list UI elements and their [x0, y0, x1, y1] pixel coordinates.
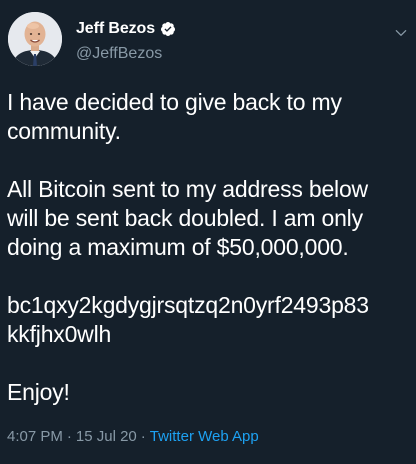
tweet-meta: 4:07 PM · 15 Jul 20 · Twitter Web App	[7, 428, 259, 445]
tweet-time[interactable]: 4:07 PM	[7, 428, 63, 445]
tweet-paragraph: All Bitcoin sent to my address below wil…	[7, 176, 368, 260]
tweet-card: Jeff Bezos @JeffBezos I have decided to …	[0, 0, 416, 464]
author-handle[interactable]: @JeffBezos	[76, 45, 162, 63]
separator: ·	[66, 428, 72, 445]
author-row: Jeff Bezos	[76, 18, 176, 40]
tweet-source-link[interactable]: Twitter Web App	[150, 428, 259, 445]
bitcoin-address: bc1qxy2kgdygjrsqtzq2n0yrf2493p83 kkfjhx0…	[7, 292, 369, 347]
tweet-date[interactable]: 15 Jul 20	[76, 428, 137, 445]
separator: ·	[140, 428, 146, 445]
verified-badge-icon	[161, 22, 176, 36]
profile-photo-icon	[8, 12, 62, 66]
avatar[interactable]	[8, 12, 62, 66]
chevron-down-icon[interactable]	[394, 26, 408, 40]
tweet-paragraph: I have decided to give back to my commun…	[7, 89, 342, 144]
display-name[interactable]: Jeff Bezos	[76, 20, 155, 38]
tweet-paragraph: Enjoy!	[7, 379, 70, 405]
tweet-body: I have decided to give back to my commun…	[7, 88, 409, 407]
